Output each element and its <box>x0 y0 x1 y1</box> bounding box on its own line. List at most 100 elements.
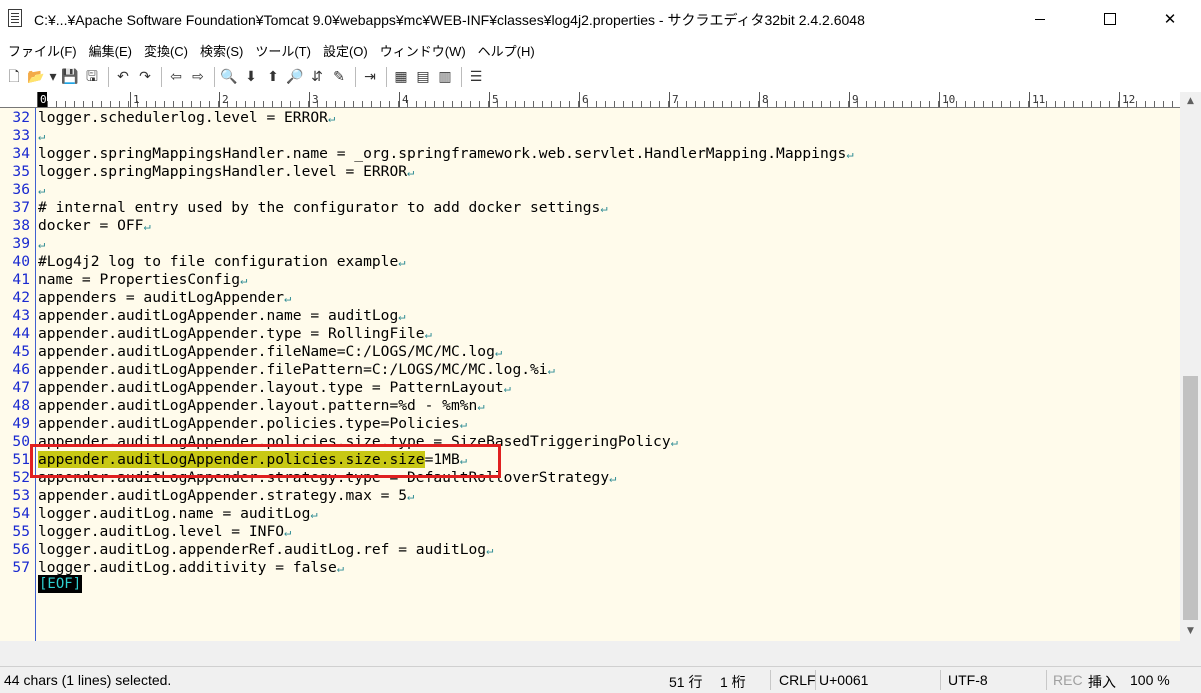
maximize-button[interactable] <box>1087 0 1133 38</box>
compare-icon[interactable]: ▦ <box>391 67 411 87</box>
line-number: 45 <box>12 343 30 360</box>
compare-next-icon[interactable]: ▤ <box>413 67 433 87</box>
open-dropdown-icon[interactable]: ▾ <box>48 67 58 87</box>
back-icon[interactable]: ⇦ <box>166 67 186 87</box>
compare-prev-icon[interactable]: ▥ <box>435 67 455 87</box>
line-number: 36 <box>12 181 30 198</box>
jump-icon[interactable]: ⇥ <box>360 67 380 87</box>
line-number: 55 <box>12 523 30 540</box>
vertical-scrollbar[interactable]: ▲ ▼ <box>1180 92 1201 641</box>
line-text: ↵ <box>38 181 45 199</box>
line-number: 43 <box>12 307 30 324</box>
toolbar-divider <box>214 67 215 87</box>
find-prev-icon[interactable]: ⬆ <box>263 67 283 87</box>
line-number: 44 <box>12 325 30 342</box>
line-text: logger.auditLog.additivity = false↵ <box>38 559 344 577</box>
horizontal-scrollbar[interactable] <box>0 641 1201 666</box>
search-marks-icon[interactable]: ⇵ <box>307 67 327 87</box>
grep-icon[interactable]: ✎ <box>329 67 349 87</box>
line-number: 37 <box>12 199 30 216</box>
line-text: docker = OFF↵ <box>38 217 151 235</box>
line-number: 40 <box>12 253 30 270</box>
forward-icon[interactable]: ⇨ <box>188 67 208 87</box>
line-number: 46 <box>12 361 30 378</box>
line-text: logger.auditLog.name = auditLog↵ <box>38 505 318 523</box>
status-divider <box>940 670 941 690</box>
newline-marker-icon: ↵ <box>486 543 494 557</box>
toolbar-divider <box>355 67 356 87</box>
window-title: C:¥...¥Apache Software Foundation¥Tomcat… <box>34 12 865 28</box>
scrollbar-thumb[interactable] <box>1183 376 1198 620</box>
menu-window[interactable]: ウィンドウ(W) <box>374 41 472 60</box>
ruler-label: 9 <box>849 92 859 107</box>
toolbar-divider <box>461 67 462 87</box>
newline-marker-icon: ↵ <box>503 381 511 395</box>
ruler[interactable]: 0 1 2 3 4 5 6 7 8 9 10 11 12 <box>0 92 1180 108</box>
line-number: 38 <box>12 217 30 234</box>
newline-marker-icon: ↵ <box>424 327 432 341</box>
menu-search[interactable]: 検索(S) <box>194 41 249 60</box>
status-column[interactable]: 1 桁 <box>720 672 746 692</box>
status-encoding[interactable]: UTF-8 <box>948 672 988 688</box>
ruler-label: 8 <box>759 92 769 107</box>
line-text: appender.auditLogAppender.layout.pattern… <box>38 397 485 415</box>
status-line: 51 行 <box>669 674 703 690</box>
line-number: 34 <box>12 145 30 162</box>
status-newline: CRLF <box>779 672 816 688</box>
find-next-icon[interactable]: ⬇ <box>241 67 261 87</box>
newline-marker-icon: ↵ <box>38 183 46 197</box>
new-file-icon[interactable]: 🗋 <box>4 67 24 87</box>
line-content: logger.schedulerlog.level = ERROR <box>38 109 328 126</box>
line-number: 47 <box>12 379 30 396</box>
ruler-label: 5 <box>489 92 499 107</box>
newline-marker-icon: ↵ <box>846 147 854 161</box>
status-divider <box>815 670 816 690</box>
line-number: 32 <box>12 109 30 126</box>
redo-icon[interactable]: ↷ <box>135 67 155 87</box>
toolbar-divider <box>386 67 387 87</box>
line-content: appender.auditLogAppender.filePattern=C:… <box>38 361 548 378</box>
undo-icon[interactable]: ↶ <box>113 67 133 87</box>
line-content: logger.auditLog.additivity = false <box>38 559 337 576</box>
newline-marker-icon: ↵ <box>310 507 318 521</box>
newline-marker-icon: ↵ <box>477 399 485 413</box>
newline-marker-icon: ↵ <box>407 165 415 179</box>
minimize-button[interactable] <box>1017 0 1063 38</box>
close-button[interactable]: ✕ <box>1147 0 1193 38</box>
line-text: logger.springMappingsHandler.name = _org… <box>38 145 854 163</box>
line-text: logger.auditLog.appenderRef.auditLog.ref… <box>38 541 493 559</box>
line-number: 33 <box>12 127 30 144</box>
line-content: appender.auditLogAppender.name = auditLo… <box>38 307 399 324</box>
open-folder-icon[interactable]: 📂 <box>26 67 46 87</box>
line-text: logger.auditLog.level = INFO↵ <box>38 523 291 541</box>
line-number: 42 <box>12 289 30 306</box>
minimize-icon <box>1035 18 1045 20</box>
newline-marker-icon: ↵ <box>670 435 678 449</box>
line-text: # internal entry used by the configurato… <box>38 199 608 217</box>
newline-marker-icon: ↵ <box>38 237 46 251</box>
eof-marker: [EOF] <box>38 575 83 593</box>
status-zoom: 100 % <box>1130 672 1170 688</box>
line-number: 56 <box>12 541 30 558</box>
menu-settings[interactable]: 設定(O) <box>317 41 374 60</box>
status-divider <box>770 670 771 690</box>
menu-convert[interactable]: 変換(C) <box>138 41 194 60</box>
save-icon[interactable]: 💾 <box>60 67 80 87</box>
scroll-down-icon[interactable]: ▼ <box>1180 622 1201 639</box>
menu-tools[interactable]: ツール(T) <box>249 41 317 60</box>
line-number: 49 <box>12 415 30 432</box>
line-content: # internal entry used by the configurato… <box>38 199 601 216</box>
menu-help[interactable]: ヘルプ(H) <box>472 41 541 60</box>
maximize-icon <box>1104 13 1116 25</box>
menu-file[interactable]: ファイル(F) <box>2 41 83 60</box>
scroll-up-icon[interactable]: ▲ <box>1180 92 1201 109</box>
line-content: logger.springMappingsHandler.level = ERR… <box>38 163 408 180</box>
menu-edit[interactable]: 編集(E) <box>83 41 138 60</box>
find-icon[interactable]: 🔍 <box>219 67 239 87</box>
outline-icon[interactable]: ☰ <box>466 67 486 87</box>
line-number: 39 <box>12 235 30 252</box>
save-all-icon[interactable]: 🖫 <box>82 67 102 87</box>
replace-icon[interactable]: 🔎 <box>285 67 305 87</box>
title-bar: C:¥...¥Apache Software Foundation¥Tomcat… <box>0 0 1201 38</box>
editor-area[interactable]: 32 logger.schedulerlog.level = ERROR ↵ 33 ↵ 3… <box>0 108 1180 641</box>
